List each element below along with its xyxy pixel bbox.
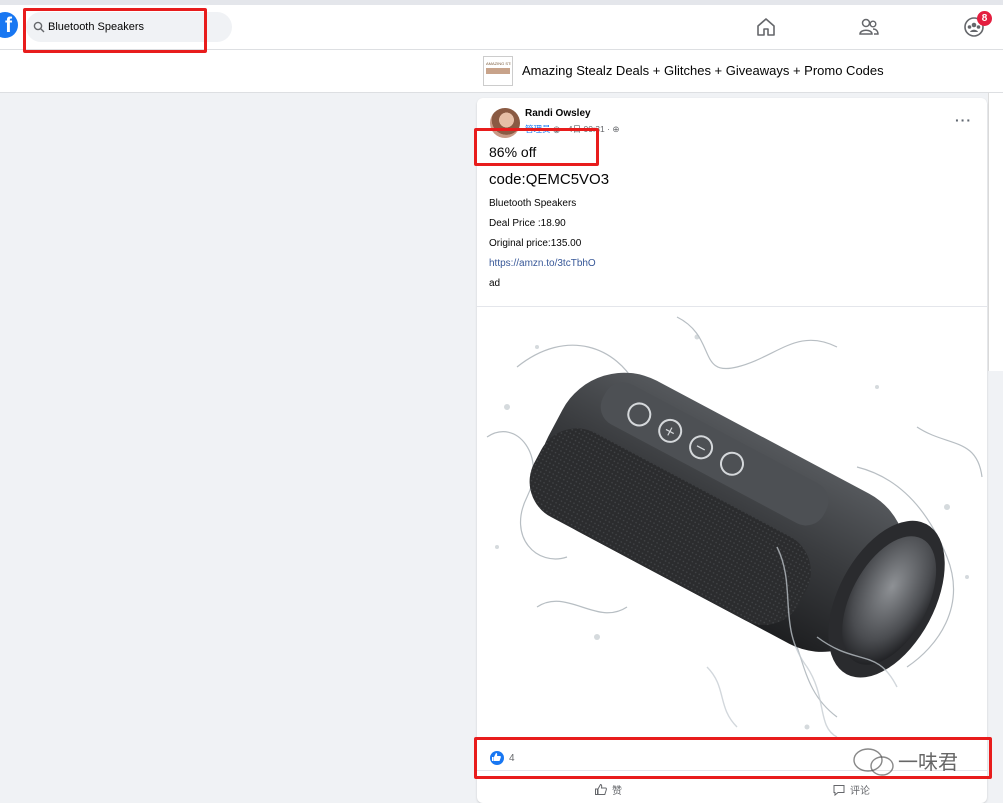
comment-button-label: 评论 (850, 786, 870, 797)
promo-code: code:QEMC5VO3 (489, 171, 610, 188)
like-button-label: 赞 (612, 786, 622, 797)
annotation-box-reactions (474, 737, 992, 779)
product-name: Bluetooth Speakers (489, 198, 577, 209)
bluetooth-speaker-image: + − (486, 316, 983, 738)
post-card: Randi Owsley 管理员 ◉ · 4日 00:31 · ⊕ ··· 86… (477, 98, 987, 803)
group-title[interactable]: Amazing Stealz Deals + Glitches + Giveaw… (522, 63, 884, 78)
right-scroll-strip[interactable] (988, 93, 1003, 371)
globe-icon: ⊕ (612, 124, 620, 134)
group-thumbnail-text: AMAZING STE (486, 61, 511, 66)
facebook-logo[interactable]: f (0, 12, 18, 38)
author-name[interactable]: Randi Owsley (525, 108, 591, 119)
thumbnail-band (486, 68, 510, 74)
more-options-icon[interactable]: ··· (955, 112, 972, 128)
original-price: Original price:135.00 (489, 238, 582, 249)
group-thumbnail[interactable]: AMAZING STE (483, 56, 513, 86)
product-link[interactable]: https://amzn.to/3tcTbhO (489, 258, 596, 269)
deal-price: Deal Price :18.90 (489, 218, 566, 229)
like-button[interactable]: 赞 (594, 782, 622, 797)
group-header: AMAZING STE Amazing Stealz Deals + Glitc… (0, 50, 1003, 93)
thumbs-up-outline-icon (595, 783, 607, 795)
comment-icon (833, 785, 845, 797)
comment-button[interactable]: 评论 (832, 782, 870, 797)
product-photo[interactable]: + − (477, 307, 987, 741)
annotation-box-search (23, 8, 207, 53)
friends-icon[interactable] (858, 16, 880, 38)
home-icon[interactable] (755, 16, 777, 38)
annotation-box-discount (474, 128, 599, 166)
post-actions: 赞 评论 (477, 778, 987, 802)
ad-tag: ad (489, 278, 501, 289)
notification-badge: 8 (977, 11, 992, 26)
